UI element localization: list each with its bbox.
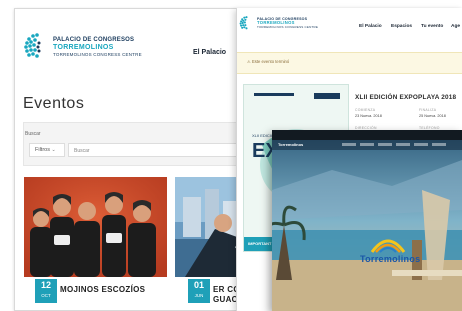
band-photo-icon	[24, 177, 167, 277]
event-month: OCT	[41, 293, 51, 298]
nav-link-el-palacio[interactable]: El Palacio	[359, 24, 382, 29]
end-value: 25 Nueva. 2018	[419, 114, 446, 118]
site-logo-text[interactable]: PALACIO DE CONGRESOS TORREMOLINOS TORREM…	[257, 17, 318, 29]
nav-link-el-palacio[interactable]: El Palacio	[193, 49, 226, 56]
top-bar	[272, 130, 462, 140]
promo-site-window: Torremolinos Torremolinos	[272, 130, 462, 311]
torremolinos-logo-icon	[370, 239, 406, 253]
event-month: JUN	[194, 293, 204, 298]
search-input[interactable]: Buscar	[68, 143, 238, 157]
alert-message: ⚠ Este evento terminó	[247, 59, 289, 64]
chevron-down-icon: ⌄	[51, 147, 56, 153]
nav-item[interactable]	[396, 143, 410, 146]
beach-hero-icon	[272, 130, 462, 311]
nav-item[interactable]	[432, 143, 446, 146]
warning-icon: ⚠	[247, 59, 251, 64]
nav-link-espacios[interactable]: Espacios	[391, 24, 412, 29]
filters-dropdown[interactable]: Filtros ⌄	[29, 143, 65, 157]
end-label: FINALIZA	[419, 108, 437, 112]
site-brand[interactable]: Torremolinos	[278, 142, 303, 147]
alert-text: Este evento terminó	[251, 59, 290, 64]
event-title-link[interactable]: MOJINOS ESCOZÍOS	[60, 285, 145, 295]
event-date-badge: 12 OCT	[35, 279, 57, 303]
screenshot-collage: PALACIO DE CONGRESOS TORREMOLINOS TORREM…	[0, 0, 462, 311]
logo-line-2: TORREMOLINOS	[53, 43, 114, 51]
nav-item[interactable]	[342, 143, 356, 146]
nav-link-tu-evento[interactable]: Tu evento	[421, 24, 443, 29]
card-gap	[168, 177, 175, 310]
nav-item[interactable]	[360, 143, 374, 146]
nav-item[interactable]	[378, 143, 392, 146]
nav-item[interactable]	[414, 143, 428, 146]
logo-line-3: TORREMOLINOS CONGRESS CENTRE	[257, 24, 319, 29]
search-label: Buscar	[25, 131, 41, 137]
site-logo-text[interactable]: PALACIO DE CONGRESOS TORREMOLINOS TORREM…	[53, 37, 142, 57]
event-date-badge: 01 JUN	[188, 279, 210, 303]
filters-label: Filtros	[35, 147, 50, 153]
event-title: XLII EDICIÓN EXPOPLAYA 2018	[355, 94, 457, 101]
event-image-mojinos[interactable]	[24, 177, 167, 277]
page-title: Eventos	[23, 95, 85, 112]
start-label: COMIENZA	[355, 108, 376, 112]
congress-logo-icon[interactable]	[239, 15, 255, 31]
logo-line-3: TORREMOLINOS CONGRESS CENTRE	[53, 51, 142, 57]
logo-line-1: PALACIO DE CONGRESOS	[53, 37, 135, 43]
nav-link-agenda[interactable]: Age	[451, 24, 460, 29]
event-day: 01	[193, 280, 204, 290]
poster-band-text: IMPORTANT	[248, 241, 272, 246]
congress-logo-icon[interactable]	[23, 31, 53, 61]
event-day: 12	[40, 280, 51, 290]
torremolinos-logo-text[interactable]: Torremolinos	[360, 254, 420, 264]
start-value: 23 Nueva. 2018	[355, 114, 382, 118]
